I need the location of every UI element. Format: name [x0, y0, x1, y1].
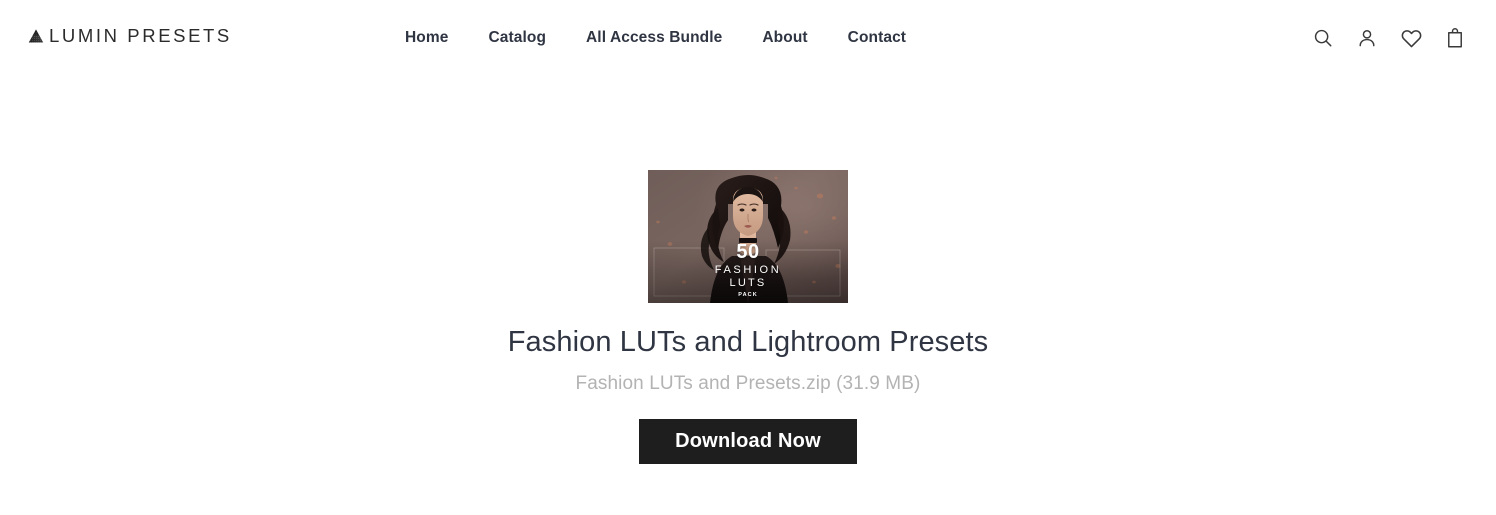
account-person-icon: [1356, 27, 1378, 49]
wishlist-button[interactable]: [1398, 24, 1424, 52]
brand-logo[interactable]: LUMIN PRESETS: [26, 26, 232, 46]
product-thumbnail: 50 FASHION LUTS PACK: [648, 170, 848, 303]
file-name-and-size: Fashion LUTs and Presets.zip (31.9 MB): [575, 372, 921, 394]
nav-item-contact[interactable]: Contact: [848, 27, 906, 49]
page-title: Fashion LUTs and Lightroom Presets: [507, 326, 989, 358]
main-navigation: Home Catalog All Access Bundle About Con…: [405, 27, 906, 49]
mountain-triangle-icon: [26, 26, 46, 46]
heart-wishlist-icon: [1400, 27, 1423, 50]
download-now-button[interactable]: Download Now: [639, 418, 857, 464]
search-button[interactable]: [1310, 24, 1336, 52]
shopping-bag-icon: [1444, 27, 1466, 49]
nav-item-catalog[interactable]: Catalog: [488, 27, 546, 49]
site-header: LUMIN PRESETS Home Catalog All Access Bu…: [0, 0, 1496, 76]
account-button[interactable]: [1354, 24, 1380, 52]
download-page-main: 50 FASHION LUTS PACK Fashion LUTs and Li…: [0, 76, 1496, 464]
brand-name: LUMIN PRESETS: [49, 24, 232, 46]
header-actions: [1310, 24, 1468, 52]
cart-button[interactable]: [1442, 24, 1468, 52]
nav-item-home[interactable]: Home: [405, 27, 448, 49]
product-thumbnail-artwork: [648, 170, 848, 303]
nav-item-all-access-bundle[interactable]: All Access Bundle: [586, 27, 722, 49]
search-icon: [1312, 27, 1334, 49]
nav-item-about[interactable]: About: [762, 27, 807, 49]
